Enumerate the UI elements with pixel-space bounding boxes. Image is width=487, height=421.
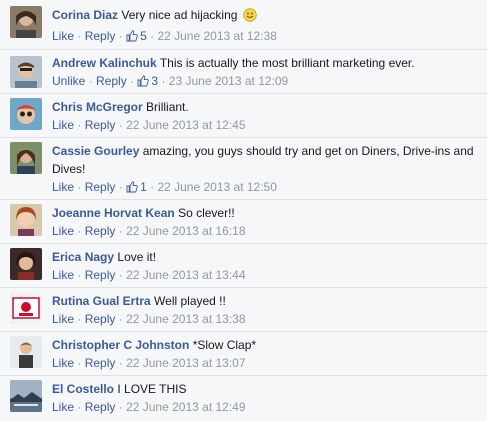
reply-link[interactable]: Reply	[85, 180, 116, 194]
comment-text: Brilliant.	[146, 100, 189, 114]
comment-text: Love it!	[117, 250, 157, 264]
comment-author[interactable]: Joeanne Horvat Kean	[52, 206, 175, 220]
comment-item: El Costello I LOVE THIS Like · Reply · 2…	[0, 376, 487, 421]
avatar[interactable]	[10, 380, 42, 412]
separator: ·	[118, 118, 123, 132]
unlike-link[interactable]: Unlike	[52, 74, 85, 88]
like-count[interactable]: 5	[126, 29, 147, 43]
comment-author[interactable]: Chris McGregor	[52, 100, 143, 114]
comment-item: Rutina Gual Ertra Well played !! Like · …	[0, 288, 487, 332]
separator: ·	[118, 29, 123, 43]
comment-item: Erica Nagy Love it! Like · Reply · 22 Ju…	[0, 244, 487, 288]
comment-text: Very nice ad hijacking	[121, 8, 238, 22]
comment-item: Andrew Kalinchuk This is actually the mo…	[0, 50, 487, 94]
comment-text: Well played !!	[154, 294, 226, 308]
comment-item: Corina Diaz Very nice ad hijacking Like …	[0, 0, 487, 50]
like-link[interactable]: Like	[52, 180, 74, 194]
separator: ·	[77, 400, 82, 414]
comment-item: Joeanne Horvat Kean So clever!! Like · R…	[0, 200, 487, 244]
separator: ·	[77, 29, 82, 43]
reply-link[interactable]: Reply	[85, 268, 116, 282]
reply-link[interactable]: Reply	[85, 400, 116, 414]
avatar[interactable]	[10, 56, 42, 88]
comment-author[interactable]: Rutina Gual Ertra	[52, 294, 151, 308]
like-count[interactable]: 3	[137, 74, 158, 88]
reply-link[interactable]: Reply	[96, 74, 127, 88]
separator: ·	[77, 180, 82, 194]
like-link[interactable]: Like	[52, 118, 74, 132]
comment-author[interactable]: Cassie Gourley	[52, 144, 139, 158]
comment-text: I LOVE THIS	[117, 382, 187, 396]
reply-link[interactable]: Reply	[85, 118, 116, 132]
like-link[interactable]: Like	[52, 224, 74, 238]
separator: ·	[77, 356, 82, 370]
avatar[interactable]	[10, 292, 42, 324]
comment-item: Christopher C Johnston *Slow Clap* Like …	[0, 332, 487, 376]
timestamp[interactable]: 22 June 2013 at 13:44	[126, 268, 245, 282]
separator: ·	[161, 74, 166, 88]
separator: ·	[118, 312, 123, 326]
timestamp[interactable]: 22 June 2013 at 16:18	[126, 224, 245, 238]
comment-author[interactable]: El Costello	[52, 382, 114, 396]
comment-author[interactable]: Andrew Kalinchuk	[52, 56, 157, 70]
thumbs-up-icon	[126, 29, 138, 47]
thumbs-up-icon	[137, 74, 150, 92]
avatar[interactable]	[10, 98, 42, 130]
comment-text: So clever!!	[178, 206, 235, 220]
separator: ·	[118, 356, 123, 370]
separator: ·	[118, 180, 123, 194]
comment-author[interactable]: Christopher C Johnston	[52, 338, 189, 352]
reply-link[interactable]: Reply	[85, 356, 116, 370]
thumbs-up-icon	[126, 180, 138, 198]
comment-author[interactable]: Erica Nagy	[52, 250, 114, 264]
timestamp[interactable]: 22 June 2013 at 12:38	[157, 29, 276, 43]
avatar[interactable]	[10, 248, 42, 280]
separator: ·	[77, 268, 82, 282]
separator: ·	[150, 29, 155, 43]
timestamp[interactable]: 22 June 2013 at 12:49	[126, 400, 245, 414]
smiley-emoji-icon	[243, 8, 257, 27]
reply-link[interactable]: Reply	[85, 29, 116, 43]
comment-item: Chris McGregor Brilliant. Like · Reply ·…	[0, 94, 487, 138]
timestamp[interactable]: 23 June 2013 at 12:09	[169, 74, 288, 88]
like-link[interactable]: Like	[52, 400, 74, 414]
comment-item: Cassie Gourley amazing, you guys should …	[0, 138, 487, 200]
timestamp[interactable]: 22 June 2013 at 12:45	[126, 118, 245, 132]
separator: ·	[77, 312, 82, 326]
avatar[interactable]	[10, 6, 42, 38]
comment-text: *Slow Clap*	[192, 338, 257, 352]
comment-author[interactable]: Corina Diaz	[52, 8, 118, 22]
comment-list: Corina Diaz Very nice ad hijacking Like …	[0, 0, 487, 421]
separator: ·	[150, 180, 155, 194]
reply-link[interactable]: Reply	[85, 224, 116, 238]
like-link[interactable]: Like	[52, 312, 74, 326]
reply-link[interactable]: Reply	[85, 312, 116, 326]
separator: ·	[118, 224, 123, 238]
avatar[interactable]	[10, 142, 42, 174]
separator: ·	[118, 400, 123, 414]
like-link[interactable]: Like	[52, 356, 74, 370]
separator: ·	[88, 74, 93, 88]
timestamp[interactable]: 22 June 2013 at 13:07	[126, 356, 245, 370]
separator: ·	[77, 118, 82, 132]
like-link[interactable]: Like	[52, 29, 74, 43]
separator: ·	[130, 74, 135, 88]
avatar[interactable]	[10, 336, 42, 368]
like-count[interactable]: 1	[126, 180, 147, 194]
timestamp[interactable]: 22 June 2013 at 12:50	[157, 180, 276, 194]
timestamp[interactable]: 22 June 2013 at 13:38	[126, 312, 245, 326]
avatar[interactable]	[10, 204, 42, 236]
separator: ·	[77, 224, 82, 238]
comment-text: This is actually the most brilliant mark…	[159, 56, 415, 70]
like-link[interactable]: Like	[52, 268, 74, 282]
separator: ·	[118, 268, 123, 282]
